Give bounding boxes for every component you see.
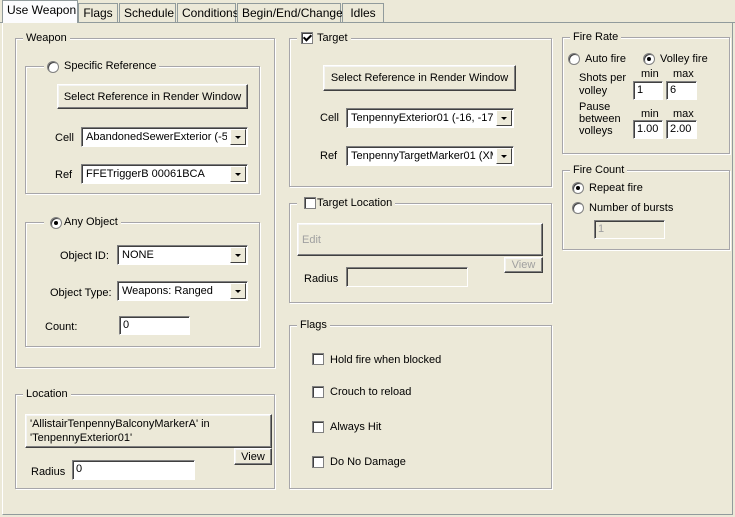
do-no-damage-label: Do No Damage — [330, 456, 406, 468]
auto-fire-radio[interactable] — [568, 53, 580, 65]
target-cell-label: Cell — [320, 112, 339, 124]
location-group-title: Location — [23, 387, 71, 401]
target-select-reference-button[interactable]: Select Reference in Render Window — [323, 65, 516, 91]
tab-use-weapon[interactable]: Use Weapon — [2, 0, 78, 23]
target-location-radius-field[interactable] — [346, 267, 468, 287]
tab-idles[interactable]: Idles — [342, 3, 384, 22]
tab-conditions[interactable]: Conditions — [177, 3, 239, 22]
target-ref-label: Ref — [320, 150, 338, 162]
weapon-ref-label: Ref — [55, 169, 73, 181]
crouch-to-reload-label: Crouch to reload — [330, 386, 412, 398]
repeat-fire-radio[interactable] — [572, 182, 584, 194]
location-radius-field[interactable]: 0 — [72, 460, 195, 480]
tab-flags[interactable]: Flags — [78, 3, 118, 22]
weapon-cell-combo[interactable]: AbandonedSewerExterior (-5, 2 — [81, 127, 248, 147]
pause-max-field[interactable]: 2.00 — [666, 120, 697, 139]
object-id-label: Object ID: — [60, 250, 109, 262]
shots-per-volley-label: Shots per volley — [579, 72, 627, 97]
auto-fire-label: Auto fire — [585, 53, 626, 65]
target-location-checkbox[interactable] — [304, 197, 316, 209]
count-field[interactable]: 0 — [119, 316, 190, 335]
chevron-down-icon[interactable] — [230, 283, 246, 299]
shots-max-field[interactable]: 6 — [666, 81, 697, 100]
weapon-ref-combo[interactable]: FFETriggerB 00061BCA — [81, 164, 248, 184]
pause-min-label: min — [641, 108, 659, 120]
weapon-ref-value: FFETriggerB 00061BCA — [86, 168, 205, 180]
tab-schedule[interactable]: Schedule — [119, 3, 176, 22]
volley-fire-label: Volley fire — [660, 53, 708, 65]
weapon-select-reference-button[interactable]: Select Reference in Render Window — [57, 84, 248, 109]
number-of-bursts-label: Number of bursts — [589, 202, 674, 214]
location-reference-button[interactable]: 'AllistairTenpennyBalconyMarkerA' in 'Te… — [25, 414, 272, 448]
object-type-combo[interactable]: Weapons: Ranged — [117, 281, 248, 301]
pause-min-field[interactable]: 1.00 — [633, 120, 663, 139]
do-no-damage-checkbox[interactable] — [312, 456, 324, 468]
object-type-label: Object Type: — [50, 287, 112, 299]
target-ref-value: TenpennyTargetMarker01 (XM — [351, 150, 493, 162]
flags-group-title: Flags — [297, 318, 330, 332]
weapon-cell-value: AbandonedSewerExterior (-5, 2 — [86, 131, 227, 143]
target-location-view-button[interactable]: View — [504, 257, 543, 273]
location-view-button[interactable]: View — [234, 448, 272, 465]
shots-max-label: max — [673, 68, 694, 80]
target-cell-combo[interactable]: TenpennyExterior01 (-16, -17) — [346, 108, 514, 128]
target-location-edit-button[interactable]: Edit — [297, 223, 543, 256]
weapon-group-title: Weapon — [23, 31, 70, 45]
hold-fire-label: Hold fire when blocked — [330, 354, 442, 366]
chevron-down-icon[interactable] — [496, 110, 512, 126]
tab-bar: Use Weapon Flags Schedule Conditions Beg… — [0, 0, 735, 24]
fire-rate-group-title: Fire Rate — [570, 30, 622, 44]
object-type-value: Weapons: Ranged — [122, 285, 213, 297]
location-radius-label: Radius — [31, 466, 66, 478]
bursts-field[interactable]: 1 — [594, 220, 665, 239]
always-hit-checkbox[interactable] — [312, 421, 324, 433]
target-location-radius-label: Radius — [304, 273, 339, 285]
tab-begin-end-change[interactable]: Begin/End/Change — [237, 3, 343, 22]
pause-max-label: max — [673, 108, 694, 120]
any-object-radio[interactable] — [50, 217, 62, 229]
crouch-to-reload-checkbox[interactable] — [312, 386, 324, 398]
flags-group: Flags — [289, 318, 552, 489]
fire-count-group-title: Fire Count — [570, 163, 628, 177]
specific-reference-label: Specific Reference — [44, 59, 160, 73]
shots-min-label: min — [641, 68, 659, 80]
shots-min-field[interactable]: 1 — [633, 81, 663, 100]
object-id-value: NONE — [122, 249, 154, 261]
target-cell-value: TenpennyExterior01 (-16, -17) — [351, 112, 493, 124]
weapon-cell-label: Cell — [55, 132, 74, 144]
chevron-down-icon[interactable] — [230, 166, 246, 182]
object-id-combo[interactable]: NONE — [117, 245, 248, 265]
hold-fire-checkbox[interactable] — [312, 353, 324, 365]
volley-fire-radio[interactable] — [643, 53, 655, 65]
always-hit-label: Always Hit — [330, 421, 382, 433]
pause-between-volleys-label: Pause between volleys — [579, 101, 621, 137]
chevron-down-icon[interactable] — [230, 129, 246, 145]
chevron-down-icon[interactable] — [230, 247, 246, 263]
target-checkbox[interactable] — [301, 32, 313, 44]
count-label: Count: — [45, 321, 78, 333]
chevron-down-icon[interactable] — [496, 148, 512, 164]
target-ref-combo[interactable]: TenpennyTargetMarker01 (XM — [346, 146, 514, 166]
number-of-bursts-radio[interactable] — [572, 202, 584, 214]
repeat-fire-label: Repeat fire — [589, 182, 643, 194]
specific-reference-radio[interactable] — [47, 61, 59, 73]
